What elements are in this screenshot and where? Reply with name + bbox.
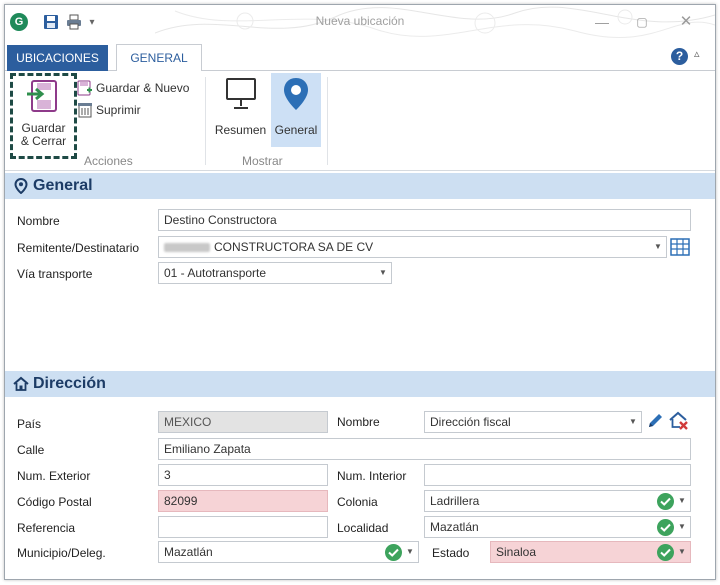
num-interior-label: Num. Interior: [337, 469, 407, 483]
save-and-close-label: Guardar & Cerrar: [20, 121, 67, 148]
tab-ubicaciones[interactable]: UBICACIONES: [7, 45, 108, 71]
home-icon: [13, 376, 29, 391]
lookup-grid-icon[interactable]: [670, 237, 690, 257]
summary-button[interactable]: Resumen: [212, 73, 269, 147]
estado-label: Estado: [432, 546, 470, 560]
calle-label: Calle: [17, 443, 45, 457]
localidad-label: Localidad: [337, 521, 389, 535]
save-and-close-button[interactable]: Guardar & Cerrar: [10, 73, 77, 159]
estado-select[interactable]: Sinaloa ▼: [490, 541, 691, 563]
window-title: Nueva ubicación: [315, 14, 405, 28]
save-icon[interactable]: [43, 14, 59, 30]
chevron-down-icon: ▼: [678, 547, 686, 556]
title-bar: G ▾ Nueva ubicación — ▢ ✕: [5, 5, 715, 39]
pais-input: MEXICO: [158, 411, 328, 433]
edit-pencil-icon[interactable]: [645, 411, 665, 431]
location-pin-icon: [14, 178, 28, 194]
valid-check-icon: [657, 493, 674, 510]
general-view-button[interactable]: General: [271, 73, 321, 147]
general-section-title: General: [33, 177, 93, 194]
new-location-window: G ▾ Nueva ubicación — ▢ ✕ UBICACIONES GE…: [4, 4, 716, 580]
referencia-input[interactable]: [158, 516, 328, 538]
colonia-label: Colonia: [337, 495, 378, 509]
group-label-mostrar: Mostrar: [242, 154, 283, 168]
municipio-select[interactable]: Mazatlán ▼: [158, 541, 419, 563]
nombre-input[interactable]: Destino Constructora: [158, 209, 691, 231]
num-exterior-label: Num. Exterior: [17, 469, 91, 483]
tab-general[interactable]: GENERAL: [116, 44, 202, 72]
localidad-select[interactable]: Mazatlán ▼: [424, 516, 691, 538]
general-section-header: General: [5, 173, 715, 199]
ribbon-tab-row: UBICACIONES GENERAL ? ▵: [5, 43, 715, 72]
calle-input[interactable]: Emiliano Zapata: [158, 438, 691, 460]
num-exterior-input[interactable]: 3: [158, 464, 328, 486]
quick-access-dropdown-icon[interactable]: ▾: [87, 13, 97, 33]
direccion-section-title: Dirección: [33, 375, 106, 392]
monitor-icon: [226, 78, 256, 109]
chevron-down-icon: ▼: [406, 547, 414, 556]
nombre-label: Nombre: [17, 214, 60, 228]
referencia-label: Referencia: [17, 521, 76, 535]
remitente-label: Remitente/Destinatario: [17, 241, 140, 255]
delete-address-icon[interactable]: [668, 410, 690, 432]
group-label-acciones: Acciones: [84, 154, 133, 168]
codigo-postal-input[interactable]: 82099: [158, 490, 328, 512]
location-pin-icon: [284, 78, 308, 110]
colonia-select[interactable]: Ladrillera ▼: [424, 490, 691, 512]
pais-label: País: [17, 417, 42, 431]
maximize-button[interactable]: ▢: [631, 12, 653, 32]
app-logo-icon: G: [10, 13, 28, 31]
ribbon-group-separator: [205, 77, 206, 165]
chevron-down-icon: ▼: [678, 522, 686, 531]
codigo-postal-label: Código Postal: [17, 495, 92, 509]
print-icon[interactable]: [66, 14, 82, 30]
valid-check-icon: [657, 544, 674, 561]
ribbon: Guardar & Cerrar Guardar & Nuevo Suprimi…: [5, 71, 715, 171]
chevron-down-icon: ▼: [629, 417, 637, 426]
save-close-icon: [27, 80, 57, 112]
save-new-icon: [77, 80, 92, 96]
municipio-label: Municipio/Deleg.: [17, 546, 106, 560]
address-nombre-label: Nombre: [337, 415, 380, 429]
chevron-down-icon: ▼: [379, 268, 387, 277]
address-nombre-select[interactable]: Dirección fiscal ▼: [424, 411, 642, 433]
via-transporte-select[interactable]: 01 - Autotransporte ▼: [158, 262, 392, 284]
collapse-ribbon-icon[interactable]: ▵: [694, 47, 700, 60]
delete-icon: [78, 103, 92, 118]
close-button[interactable]: ✕: [675, 12, 697, 32]
valid-check-icon: [385, 544, 402, 561]
minimize-button[interactable]: —: [591, 12, 613, 32]
chevron-down-icon: ▼: [678, 496, 686, 505]
direccion-section-header: Dirección: [5, 371, 715, 397]
valid-check-icon: [657, 519, 674, 536]
num-interior-input[interactable]: [424, 464, 691, 486]
chevron-down-icon: ▼: [654, 242, 662, 251]
ribbon-group-separator: [327, 77, 328, 165]
redacted-text: [164, 243, 210, 253]
remitente-select[interactable]: CONSTRUCTORA SA DE CV ▼: [158, 236, 667, 258]
via-transporte-label: Vía transporte: [17, 267, 93, 281]
help-icon[interactable]: ?: [671, 48, 688, 65]
